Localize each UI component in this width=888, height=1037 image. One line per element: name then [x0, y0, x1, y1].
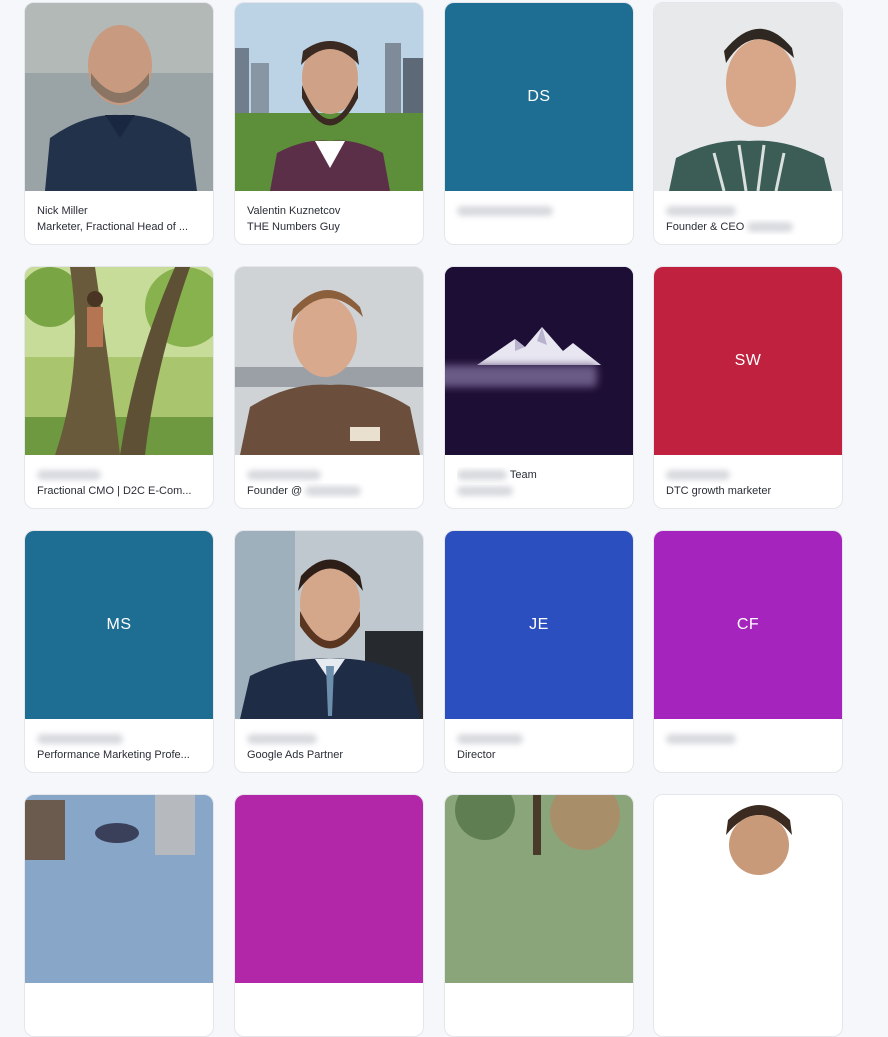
profile-photo	[235, 531, 423, 719]
profile-card[interactable]: Founder @	[234, 266, 424, 509]
initials-avatar: JE	[445, 531, 633, 719]
initials-avatar: MS	[25, 531, 213, 719]
profile-card[interactable]: Founder & CEO	[653, 2, 843, 245]
person-photo	[654, 3, 842, 191]
profile-name: Valentin Kuznetcov	[247, 205, 341, 217]
profile-card[interactable]: JE Director	[444, 530, 634, 773]
profile-headline: Performance Marketing Profe...	[37, 749, 190, 761]
company-logo	[445, 267, 633, 455]
redacted-name	[37, 731, 203, 747]
person-photo	[25, 3, 213, 191]
person-photo	[25, 795, 213, 983]
initials-avatar	[235, 795, 423, 983]
profile-grid: Nick Miller Marketer, Fractional Head of…	[0, 0, 888, 1037]
redacted-name	[37, 467, 203, 483]
profile-card[interactable]: SW DTC growth marketer	[653, 266, 843, 509]
initials-avatar: DS	[445, 3, 633, 191]
mountain-logo-icon	[445, 267, 633, 455]
profile-photo	[235, 267, 423, 455]
person-photo	[235, 531, 423, 719]
profile-headline: Founder & CEO	[666, 219, 832, 235]
profile-name: Nick Miller	[37, 205, 88, 217]
profile-photo	[235, 3, 423, 191]
redacted-overlay	[445, 365, 597, 387]
profile-photo	[25, 3, 213, 191]
profile-card[interactable]: Valentin Kuznetcov THE Numbers Guy	[234, 2, 424, 245]
profile-card[interactable]: Google Ads Partner	[234, 530, 424, 773]
profile-card[interactable]: Team	[444, 266, 634, 509]
redacted-headline	[457, 483, 623, 499]
profile-headline: Founder @	[247, 483, 413, 499]
redacted-name	[666, 467, 832, 483]
person-photo	[235, 3, 423, 191]
profile-photo	[445, 795, 633, 983]
profile-name: Team	[457, 467, 623, 483]
person-photo	[235, 267, 423, 455]
profile-card[interactable]	[234, 794, 424, 1037]
profile-card[interactable]: Fractional CMO | D2C E-Com...	[24, 266, 214, 509]
redacted-name	[247, 467, 413, 483]
profile-photo	[25, 795, 213, 983]
profile-headline: Fractional CMO | D2C E-Com...	[37, 485, 192, 497]
profile-card[interactable]: Nick Miller Marketer, Fractional Head of…	[24, 2, 214, 245]
profile-headline: Marketer, Fractional Head of ...	[37, 221, 189, 233]
profile-card[interactable]	[653, 794, 843, 1037]
profile-card[interactable]: CF	[653, 530, 843, 773]
avatar-initials: DS	[527, 88, 551, 105]
avatar-initials: CF	[736, 616, 760, 633]
redacted-name	[247, 731, 413, 747]
profile-card[interactable]: MS Performance Marketing Profe...	[24, 530, 214, 773]
redacted-name	[666, 731, 832, 747]
profile-card[interactable]	[444, 794, 634, 1037]
redacted-name	[666, 203, 832, 219]
profile-headline: DTC growth marketer	[666, 485, 772, 497]
redacted-name	[457, 203, 623, 219]
profile-photo	[25, 267, 213, 455]
person-photo	[654, 795, 842, 983]
tree-climber-photo	[25, 267, 213, 455]
profile-headline: Director	[457, 749, 496, 761]
profile-card[interactable]: DS	[444, 2, 634, 245]
initials-avatar: SW	[654, 267, 842, 455]
profile-card[interactable]	[24, 794, 214, 1037]
redacted-name	[457, 731, 623, 747]
initials-avatar: CF	[654, 531, 842, 719]
profile-headline: THE Numbers Guy	[247, 221, 340, 233]
profile-headline: Google Ads Partner	[247, 749, 344, 761]
nature-photo	[445, 795, 633, 983]
avatar-initials: MS	[106, 616, 132, 633]
avatar-initials: JE	[529, 616, 549, 633]
avatar-initials: SW	[734, 352, 762, 369]
profile-photo	[654, 795, 842, 983]
profile-photo	[654, 3, 842, 191]
